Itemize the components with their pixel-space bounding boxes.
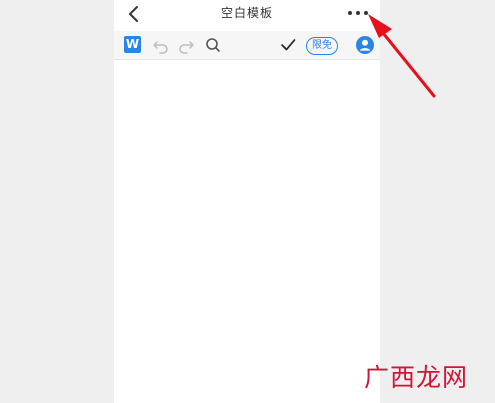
limited-free-badge[interactable]: 限免 bbox=[306, 37, 338, 55]
watermark-text: 广西龙网 bbox=[364, 363, 469, 392]
document-canvas[interactable] bbox=[114, 60, 380, 403]
wps-logo-icon[interactable]: W bbox=[124, 36, 141, 53]
editor-toolbar: W 限免 bbox=[114, 31, 380, 60]
undo-icon[interactable] bbox=[152, 36, 170, 54]
check-icon[interactable] bbox=[279, 36, 297, 54]
title-bar: 空白模板 bbox=[114, 0, 380, 28]
more-icon[interactable] bbox=[346, 6, 372, 20]
redo-icon[interactable] bbox=[177, 36, 195, 54]
avatar-icon[interactable] bbox=[356, 36, 374, 54]
search-icon[interactable] bbox=[204, 36, 222, 54]
page-title: 空白模板 bbox=[220, 6, 273, 20]
phone-screen: 空白模板 W 限免 bbox=[114, 0, 380, 403]
